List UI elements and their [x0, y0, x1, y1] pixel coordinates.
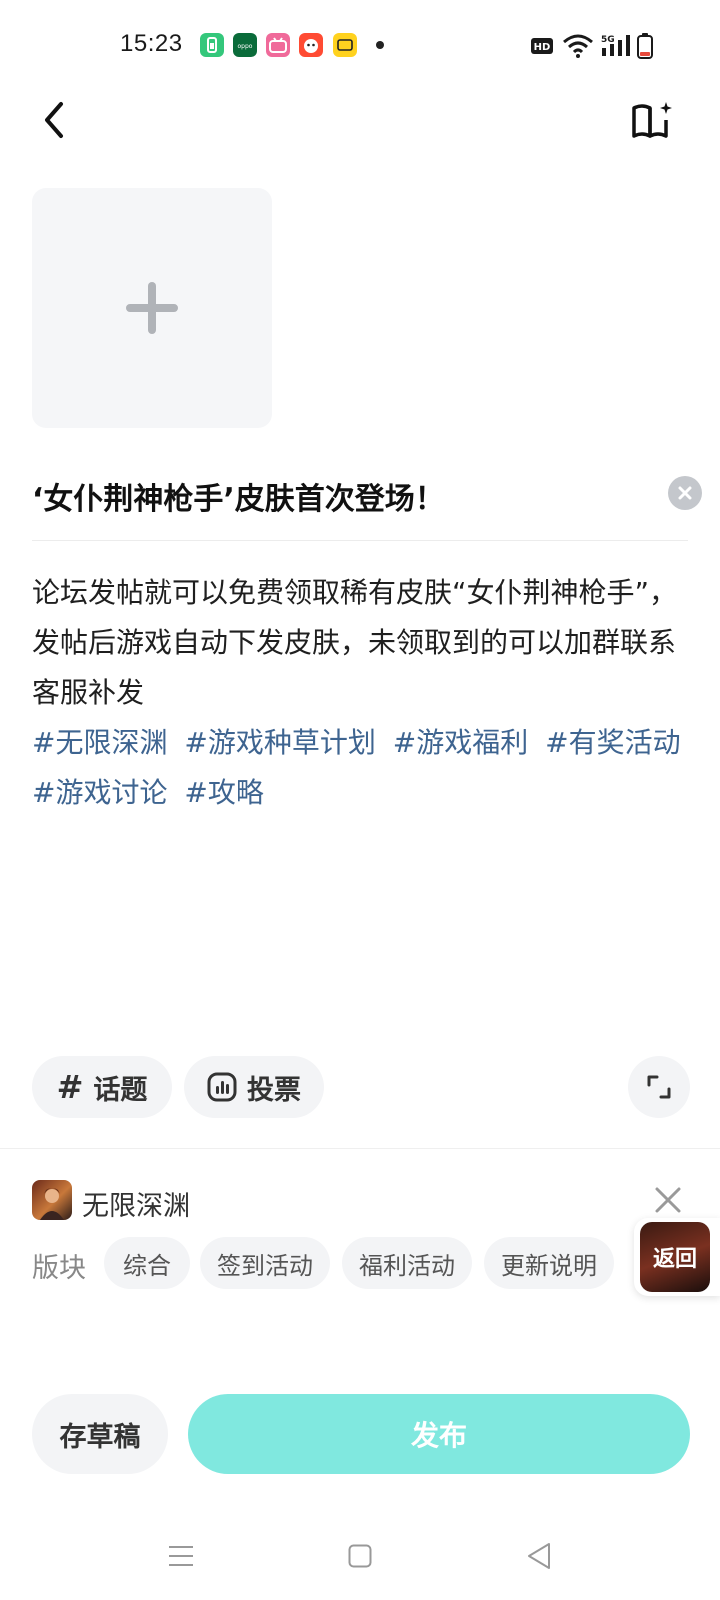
vote-button[interactable]: 投票 [184, 1056, 324, 1118]
battery-icon [636, 32, 654, 60]
hd-badge: HD [530, 32, 554, 60]
plus-icon [126, 282, 178, 334]
topic-label: 话题 [93, 1074, 148, 1106]
bilibili-app-icon [266, 33, 290, 57]
battery-saver-app-icon [200, 33, 224, 57]
section-divider [0, 1148, 720, 1149]
remove-game-button[interactable] [652, 1184, 684, 1216]
title-field[interactable]: ‘女仆荆神枪手’皮肤首次登场！ [32, 466, 702, 526]
close-icon [678, 486, 692, 500]
floating-return-button[interactable]: 返回 [634, 1218, 720, 1296]
tag-item[interactable]: #游戏讨论 [32, 776, 167, 809]
vote-label: 投票 [247, 1074, 301, 1106]
notification-dot [376, 41, 384, 49]
expand-icon [647, 1075, 671, 1099]
triangle-back-icon [528, 1543, 550, 1569]
publish-button[interactable]: 发布 [188, 1394, 690, 1474]
poll-icon [207, 1072, 237, 1102]
svg-text:HD: HD [534, 42, 551, 53]
post-title[interactable]: ‘女仆荆神枪手’皮肤首次登场！ [32, 474, 445, 518]
guide-button[interactable] [626, 96, 678, 144]
tag-item[interactable]: #游戏福利 [393, 726, 528, 759]
menu-icon [169, 1546, 193, 1566]
taobao-app-icon [299, 33, 323, 57]
board-chip[interactable]: 签到活动 [200, 1237, 330, 1289]
wifi-icon [562, 32, 594, 60]
add-image-button[interactable] [32, 188, 272, 428]
tag-item[interactable]: #游戏种草计划 [184, 726, 375, 759]
game-name[interactable]: 无限深渊 [82, 1184, 190, 1223]
board-chip[interactable]: 更新说明 [484, 1237, 614, 1289]
board-label: 版块 [32, 1253, 86, 1284]
return-thumbnail: 返回 [640, 1222, 710, 1292]
signal-5g-icon: 5G [600, 32, 634, 60]
nav-home-button[interactable] [348, 1544, 372, 1568]
expand-button[interactable] [628, 1056, 690, 1118]
square-icon [348, 1544, 372, 1568]
status-time: 15:23 [120, 30, 183, 57]
board-chip[interactable]: 综合 [104, 1237, 190, 1289]
svg-text:oppo: oppo [238, 43, 253, 50]
nav-menu-button[interactable] [168, 1544, 194, 1568]
topic-button[interactable]: # 话题 [32, 1056, 172, 1118]
meituan-app-icon [333, 33, 357, 57]
title-divider [32, 540, 688, 541]
nav-back-button[interactable] [526, 1542, 552, 1570]
tag-item[interactable]: #有奖活动 [545, 726, 680, 759]
svg-text:5G: 5G [601, 35, 615, 45]
tag-item[interactable]: #攻略 [184, 776, 263, 809]
book-sparkle-icon [632, 102, 672, 138]
return-label: 返回 [652, 1247, 697, 1272]
hash-icon: # [56, 1068, 84, 1106]
board-chip[interactable]: 福利活动 [342, 1237, 472, 1289]
close-icon [655, 1187, 681, 1213]
back-button[interactable] [30, 96, 78, 144]
save-draft-button[interactable]: 存草稿 [32, 1394, 168, 1474]
game-icon [32, 1180, 72, 1220]
chevron-left-icon [45, 102, 63, 138]
oppo-app-icon: oppo [233, 33, 257, 57]
tag-item[interactable]: #无限深渊 [32, 726, 167, 759]
clear-title-button[interactable] [668, 476, 702, 510]
post-body[interactable]: 论坛发帖就可以免费领取稀有皮肤“女仆荆神枪手”，发帖后游戏自动下发皮肤，未领取到… [32, 568, 692, 718]
tag-list: #无限深渊 #游戏种草计划 #游戏福利 #有奖活动 #游戏讨论 #攻略 [32, 718, 692, 818]
status-bar: 15:23 oppo HD 5G [0, 0, 720, 90]
